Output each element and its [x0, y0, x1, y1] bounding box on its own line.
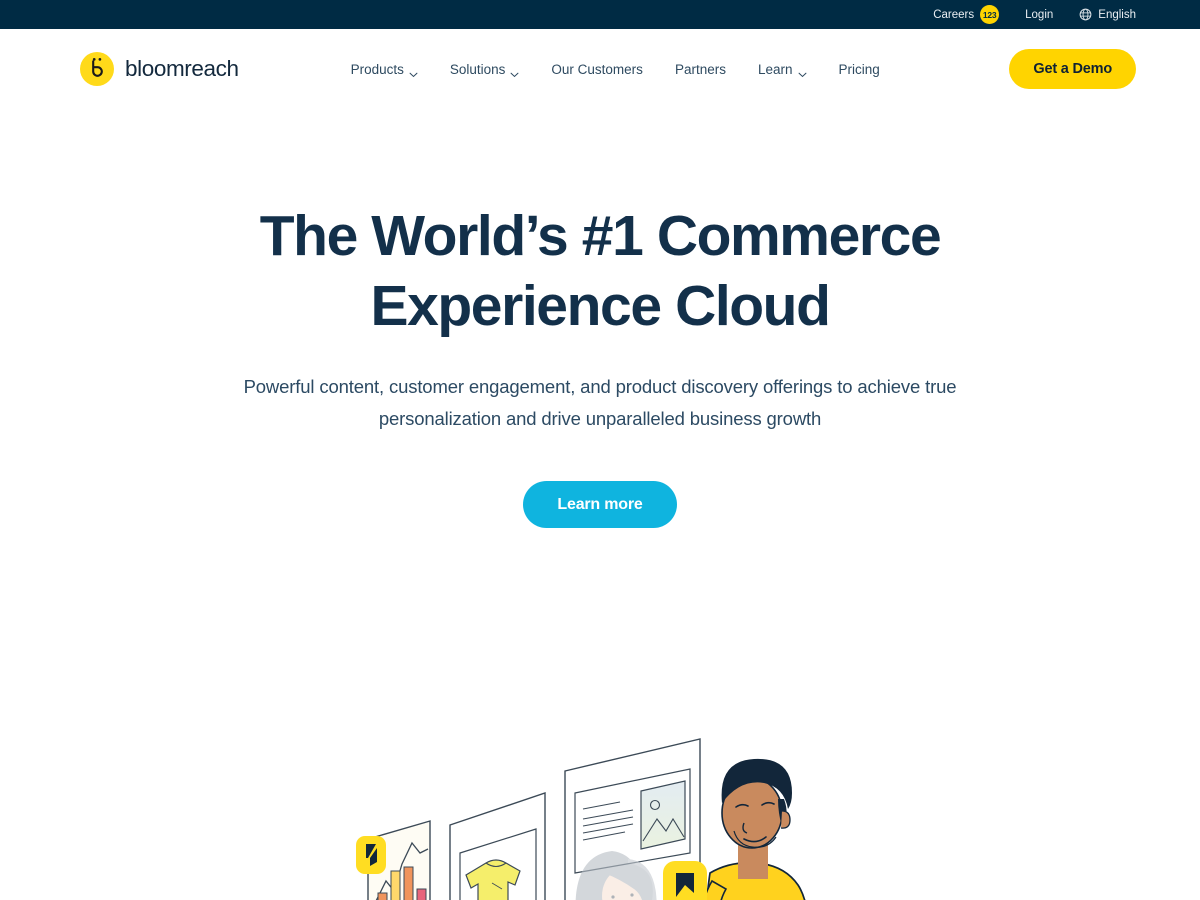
page-title: The World’s #1 Commerce Experience Cloud — [0, 201, 1200, 341]
nav-item-our-customers[interactable]: Our Customers — [551, 62, 643, 77]
nav-item-our-customers-label: Our Customers — [551, 61, 643, 77]
bloomreach-b-icon — [80, 52, 114, 86]
nav-item-partners[interactable]: Partners — [675, 62, 726, 77]
bookmark-badge-left — [356, 836, 386, 874]
commerce-experience-hero-illustration — [0, 731, 1200, 900]
hero-section: The World’s #1 Commerce Experience Cloud… — [0, 201, 1200, 900]
chevron-down-icon — [409, 66, 418, 78]
hero-title-line-2: Experience Cloud — [370, 274, 830, 338]
nav-item-learn[interactable]: Learn — [757, 61, 807, 78]
careers-count-badge: 123 — [980, 5, 1000, 24]
nav-item-learn-label: Learn — [757, 61, 793, 77]
globe-icon — [1079, 8, 1092, 21]
topbar-login-link[interactable]: Login — [1025, 9, 1053, 21]
hero-subtitle-line-1: Powerful content, customer engagement, a… — [243, 376, 921, 397]
product-panel — [449, 792, 546, 900]
nav-item-products[interactable]: Products — [350, 61, 418, 78]
nav-item-solutions[interactable]: Solutions — [449, 61, 520, 78]
chevron-down-icon — [798, 66, 807, 78]
nav-item-pricing-label: Pricing — [838, 61, 880, 77]
topbar-login-label: Login — [1025, 8, 1054, 21]
image-placeholder — [640, 780, 686, 850]
topbar-careers-link[interactable]: Careers 123 — [933, 5, 1000, 24]
illustration-canvas — [356, 738, 806, 900]
brand-wordmark: bloomreach — [125, 56, 239, 81]
learn-more-button[interactable]: Learn more — [523, 481, 677, 528]
hero-title-line-1: The World’s #1 Commerce — [259, 204, 942, 268]
hero-subtitle: Powerful content, customer engagement, a… — [185, 371, 1015, 435]
main-navigation: bloomreach Products Solutions Our Custom… — [0, 29, 1200, 109]
topbar-language-label: English — [1098, 8, 1136, 21]
utility-topbar: Careers 123 Login English — [0, 0, 1200, 29]
primary-nav-links: Products Solutions Our Customers Partner… — [350, 61, 880, 78]
brand-logo-link[interactable]: bloomreach — [80, 52, 239, 86]
nav-item-solutions-label: Solutions — [449, 61, 506, 77]
nav-item-products-label: Products — [350, 61, 404, 77]
nav-item-pricing[interactable]: Pricing — [839, 62, 880, 77]
topbar-careers-label: Careers — [933, 8, 975, 21]
topbar-language-selector[interactable]: English — [1079, 8, 1136, 21]
nav-item-partners-label: Partners — [674, 61, 726, 77]
bookmark-badge-right — [663, 861, 707, 900]
get-a-demo-button[interactable]: Get a Demo — [1009, 49, 1136, 89]
chevron-down-icon — [510, 66, 519, 78]
